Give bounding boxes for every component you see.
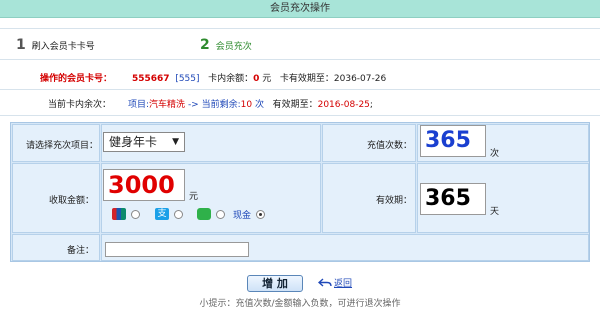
step-2-number: 2 [200, 37, 210, 53]
project-select[interactable]: 健身年卡 ▼ [103, 132, 185, 152]
pay-option-unionpay[interactable] [112, 207, 140, 221]
remaining-label: 当前卡内余次： [48, 100, 112, 110]
count-input[interactable]: 365 [420, 125, 486, 157]
alipay-icon: 支 [155, 208, 169, 220]
current-label: 当前剩余: [201, 100, 241, 110]
step-1: 1 刷入会员卡卡号 [16, 29, 95, 61]
cash-radio[interactable] [256, 209, 266, 219]
amount-input[interactable]: 3000 [103, 169, 185, 201]
project-label: 请选择充次项目： [25, 141, 98, 151]
remaining-values: 项目:汽车精洗 -> 当前剩余:10 次 有效期至：2016-08-25; [128, 97, 373, 110]
step-2-label: 会员充次 [215, 41, 252, 52]
current-value: 10 [240, 100, 253, 110]
valid-unit: 天 [490, 207, 500, 217]
pay-option-cash[interactable]: 现金 [233, 207, 266, 221]
item-name: 汽车精洗 [149, 100, 186, 110]
arrow-text: -> [187, 100, 199, 110]
cash-label: 现金 [233, 210, 252, 221]
wechat-icon [197, 208, 211, 220]
note-label: 备注： [66, 246, 94, 256]
remaining-times-row: 当前卡内余次： 项目:汽车精洗 -> 当前剩余:10 次 有效期至：2016-0… [0, 92, 600, 116]
card-info-values: 555667 [555] 卡内余额：0 元 卡有效期至：2036-07-26 [132, 71, 386, 84]
valid-days-input[interactable]: 365 [420, 183, 486, 215]
card-number: 555667 [132, 74, 170, 84]
expire-value: 2036-07-26 [333, 74, 387, 84]
amount-unit: 元 [189, 192, 199, 202]
back-label: 返回 [334, 279, 353, 289]
valid-until-label: 有效期至： [272, 100, 318, 110]
card-info-row: 操作的会员卡号： 555667 [555] 卡内余额：0 元 卡有效期至：203… [0, 66, 600, 90]
add-button[interactable]: 增 加 [247, 275, 303, 292]
note-input[interactable] [105, 242, 249, 257]
balance-unit: 元 [262, 74, 272, 84]
count-label: 充值次数： [366, 141, 412, 151]
project-select-value: 健身年卡 [109, 135, 158, 149]
expire-label: 卡有效期至： [279, 74, 334, 84]
wechat-radio[interactable] [216, 209, 225, 219]
tip-text: 小提示：充值次数/金额输入负数，可进行退次操作 [199, 299, 401, 309]
count-unit: 次 [490, 149, 500, 159]
pay-option-alipay[interactable]: 支 [155, 207, 183, 221]
valid-until-value: 2016-08-25 [317, 100, 370, 110]
unionpay-radio[interactable] [131, 209, 140, 219]
step-1-label: 刷入会员卡卡号 [31, 41, 95, 52]
current-unit: 次 [254, 100, 264, 110]
step-2: 2 会员充次 [200, 29, 252, 61]
balance-label: 卡内余额： [208, 74, 254, 84]
step-indicator: 1 刷入会员卡卡号 2 会员充次 [0, 28, 600, 60]
card-no-label: 操作的会员卡号： [40, 74, 113, 84]
dropdown-arrow-icon: ▼ [172, 137, 179, 147]
page-title-bar: 会员充次操作 [0, 0, 600, 18]
valid-until-suffix: ; [369, 100, 373, 110]
unionpay-icon [112, 208, 126, 220]
back-link[interactable]: 返回 [318, 276, 352, 289]
page-title: 会员充次操作 [270, 3, 330, 14]
item-prefix: 项目: [128, 100, 150, 110]
card-id: [555] [175, 74, 200, 84]
back-arrow-icon [318, 277, 332, 287]
pay-option-wechat[interactable] [197, 207, 225, 221]
amount-label: 收取金额： [48, 196, 94, 206]
valid-label: 有效期： [375, 196, 412, 206]
step-1-number: 1 [16, 37, 26, 53]
alipay-radio[interactable] [174, 209, 183, 219]
balance-value: 0 [253, 74, 260, 84]
